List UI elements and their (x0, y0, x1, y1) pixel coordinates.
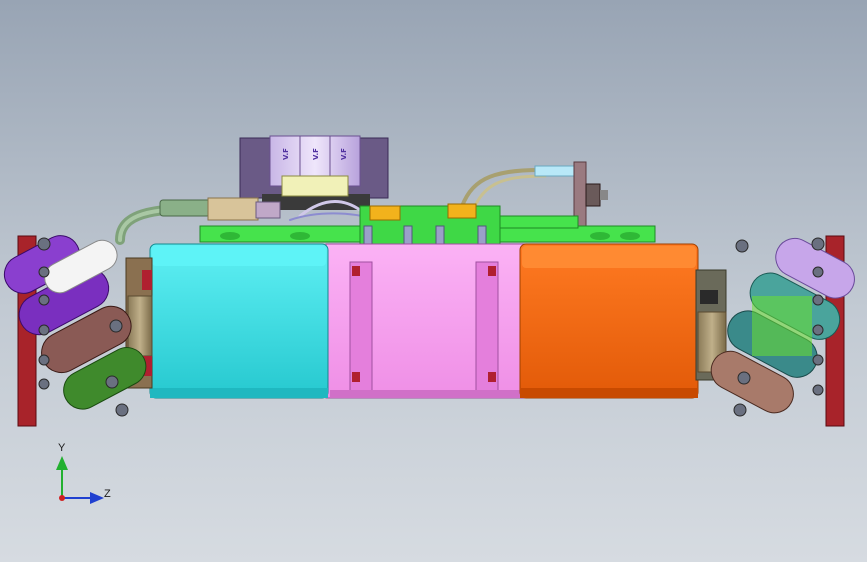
center-chassis[interactable] (325, 243, 525, 399)
capacitor-board[interactable]: V.F V.F V.F (239, 135, 389, 210)
z-axis-arrowhead (90, 492, 104, 504)
left-motor[interactable] (149, 243, 329, 399)
z-axis-label: Z (104, 488, 111, 500)
y-axis-label: Y (58, 442, 66, 454)
right-mecanum-wheel[interactable] (695, 228, 866, 427)
coordinate-triad (56, 456, 104, 504)
origin-marker (59, 495, 65, 501)
capacitor-label: V.F (340, 148, 348, 160)
capacitor-label: V.F (282, 148, 290, 160)
right-motor[interactable] (519, 243, 699, 399)
robot-assembly-model[interactable]: V.F V.F V.F (0, 0, 867, 562)
capacitor-label: V.F (312, 148, 320, 160)
cad-viewport[interactable]: V.F V.F V.F Y Z (0, 0, 867, 562)
y-axis-arrowhead (56, 456, 68, 470)
left-mecanum-wheel[interactable] (0, 223, 158, 427)
